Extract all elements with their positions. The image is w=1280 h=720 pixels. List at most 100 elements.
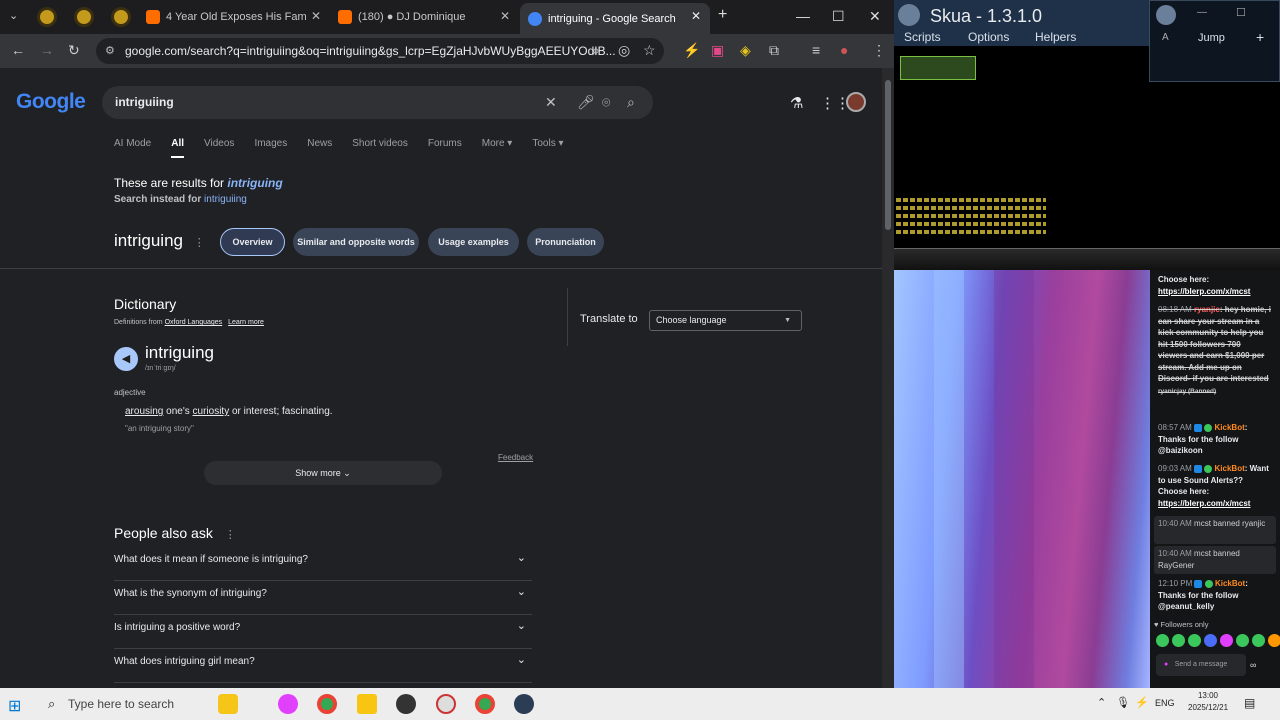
chrome-profile-icon[interactable] xyxy=(475,694,495,714)
menu-kebab-icon[interactable]: ⋮ xyxy=(872,42,886,59)
emote-icon[interactable] xyxy=(1156,634,1169,647)
tray-overflow-icon[interactable]: ⌃ xyxy=(1097,696,1106,709)
forward-icon[interactable]: → xyxy=(40,42,54,58)
voice-search-icon[interactable]: 🎤︎ xyxy=(577,94,595,111)
chat-username[interactable]: ryanjic xyxy=(1194,305,1220,314)
search-icon[interactable]: ⌕ xyxy=(627,94,635,111)
system-clock[interactable]: 13:00 2025/12/21 xyxy=(1188,690,1228,714)
media-control-icon[interactable]: ≡ xyxy=(812,42,820,58)
speaker-icon[interactable]: ◀ xyxy=(114,347,138,371)
notifications-icon[interactable]: ▤ xyxy=(1244,696,1255,710)
reload-icon[interactable]: ↻ xyxy=(68,42,80,59)
stream-video[interactable] xyxy=(894,270,1150,688)
paa-question[interactable]: What does intriguing girl mean? ⌄ xyxy=(114,649,532,683)
chat-message-input[interactable]: ● Send a message xyxy=(1156,654,1246,676)
language-indicator[interactable]: ENG xyxy=(1155,698,1175,708)
chat-link[interactable]: https://blerp.com/x/mcst xyxy=(1158,499,1250,508)
lens-search-icon[interactable]: ⌾ xyxy=(602,94,610,111)
corrected-query-link[interactable]: intriguing xyxy=(227,176,282,190)
extension-icon[interactable]: ⚡ xyxy=(683,42,700,59)
app-icon[interactable] xyxy=(278,694,298,714)
tab-google-search[interactable]: intriguing - Google Search xyxy=(520,3,710,34)
tab-tools[interactable]: Tools ▾ xyxy=(532,138,563,158)
pinned-tab-3[interactable] xyxy=(111,7,131,27)
chat-username[interactable]: KickBot xyxy=(1215,464,1245,473)
jump-button[interactable]: Jump xyxy=(1198,32,1225,44)
labs-flask-icon[interactable]: ⚗ xyxy=(790,94,803,112)
tab-videos[interactable]: Videos xyxy=(204,138,234,158)
feedback-link[interactable]: Feedback xyxy=(498,453,533,462)
chat-link[interactable]: https://blerp.com/x/mcst xyxy=(1158,287,1250,296)
extensions-puzzle-icon[interactable]: ⧉ xyxy=(769,42,779,59)
chip-similar-words[interactable]: Similar and opposite words xyxy=(293,228,419,256)
more-options-icon[interactable]: ⋮ xyxy=(225,529,236,541)
tab-4-year-old[interactable]: 4 Year Old Exposes His Fam xyxy=(146,5,311,29)
tab-dj-dominique[interactable]: (180) ● DJ Dominique xyxy=(338,5,503,29)
emote-icon[interactable] xyxy=(1236,634,1249,647)
account-avatar[interactable] xyxy=(846,92,866,112)
tab-forums[interactable]: Forums xyxy=(428,138,462,158)
close-tab-icon[interactable]: ✕ xyxy=(311,9,321,23)
tab-more[interactable]: More ▾ xyxy=(482,138,513,158)
emote-icon[interactable] xyxy=(1220,634,1233,647)
minimize-icon[interactable]: — xyxy=(1197,7,1207,18)
emote-icon[interactable] xyxy=(1252,634,1265,647)
show-more-button[interactable]: Show more ⌄ xyxy=(204,461,442,485)
zoom-icon[interactable]: ⌕ xyxy=(592,42,600,59)
extension-icon[interactable]: ▣ xyxy=(711,42,724,59)
paa-question[interactable]: What does it mean if someone is intrigui… xyxy=(114,547,532,581)
chip-usage-examples[interactable]: Usage examples xyxy=(428,228,519,256)
menu-helpers[interactable]: Helpers xyxy=(1035,30,1076,44)
definition-link-curiosity[interactable]: curiosity xyxy=(193,406,230,417)
learn-more-link[interactable]: Learn more xyxy=(228,319,264,326)
maximize-icon[interactable]: ☐ xyxy=(1236,6,1246,19)
add-icon[interactable]: + xyxy=(1256,29,1264,45)
emote-icon[interactable] xyxy=(1268,634,1280,647)
microphone-icon[interactable]: 🎙︎ xyxy=(1116,696,1130,709)
scrollbar-thumb[interactable] xyxy=(885,80,891,230)
skua-taskbar-icon[interactable] xyxy=(514,694,534,714)
minimize-icon[interactable]: — xyxy=(796,8,810,24)
emote-icon[interactable] xyxy=(1188,634,1201,647)
chip-pronunciation[interactable]: Pronunciation xyxy=(527,228,604,256)
bookmark-star-icon[interactable]: ☆ xyxy=(643,42,656,59)
definition-link-arousing[interactable]: arousing xyxy=(125,406,163,417)
windows-start-icon[interactable]: ⊞ xyxy=(8,696,21,716)
tab-news[interactable]: News xyxy=(307,138,332,158)
original-query-link[interactable]: intriguiing xyxy=(204,194,247,205)
extension-icon[interactable]: ◈ xyxy=(740,42,751,59)
new-tab-icon[interactable]: + xyxy=(718,6,727,24)
copilot-sparkle-icon[interactable] xyxy=(218,694,238,714)
tab-short-videos[interactable]: Short videos xyxy=(352,138,408,158)
close-window-icon[interactable]: ✕ xyxy=(869,8,881,25)
file-explorer-icon[interactable] xyxy=(357,694,377,714)
game-hotbar[interactable] xyxy=(894,248,1280,270)
network-icon[interactable]: ⚡ xyxy=(1135,696,1149,709)
emote-icon[interactable] xyxy=(1204,634,1217,647)
microphone-icon[interactable]: ● xyxy=(1164,654,1168,676)
more-options-icon[interactable]: ⋮ xyxy=(194,237,205,249)
mini-menu-item[interactable]: A xyxy=(1162,32,1169,43)
emote-icon[interactable] xyxy=(1172,634,1185,647)
tab-search-icon[interactable]: ⌄ xyxy=(9,9,18,22)
menu-options[interactable]: Options xyxy=(968,30,1009,44)
tab-images[interactable]: Images xyxy=(254,138,287,158)
app-icon[interactable] xyxy=(436,694,456,714)
chip-overview[interactable]: Overview xyxy=(220,228,285,256)
profile-avatar-icon[interactable]: ● xyxy=(840,42,848,58)
tab-all[interactable]: All xyxy=(171,138,185,158)
site-info-icon[interactable]: ⚙ xyxy=(105,38,115,64)
search-input[interactable]: intriguiing xyxy=(102,86,653,119)
pinned-tab-1[interactable] xyxy=(37,7,57,27)
google-logo[interactable]: Google xyxy=(16,90,86,114)
chat-username[interactable]: KickBot xyxy=(1215,423,1245,432)
eye-off-icon[interactable]: ◎ xyxy=(618,42,630,59)
close-tab-icon[interactable]: ✕ xyxy=(691,9,701,23)
chat-settings-icon[interactable]: ∞ xyxy=(1250,660,1256,670)
chat-username[interactable]: KickBot xyxy=(1215,579,1245,588)
menu-scripts[interactable]: Scripts xyxy=(904,30,941,44)
paa-question[interactable]: What is the synonym of intriguing? ⌄ xyxy=(114,581,532,615)
address-bar[interactable]: ⚙ google.com/search?q=intriguiing&oq=int… xyxy=(96,38,664,64)
paa-question[interactable]: Is intriguing a positive word? ⌄ xyxy=(114,615,532,649)
obs-icon[interactable] xyxy=(396,694,416,714)
